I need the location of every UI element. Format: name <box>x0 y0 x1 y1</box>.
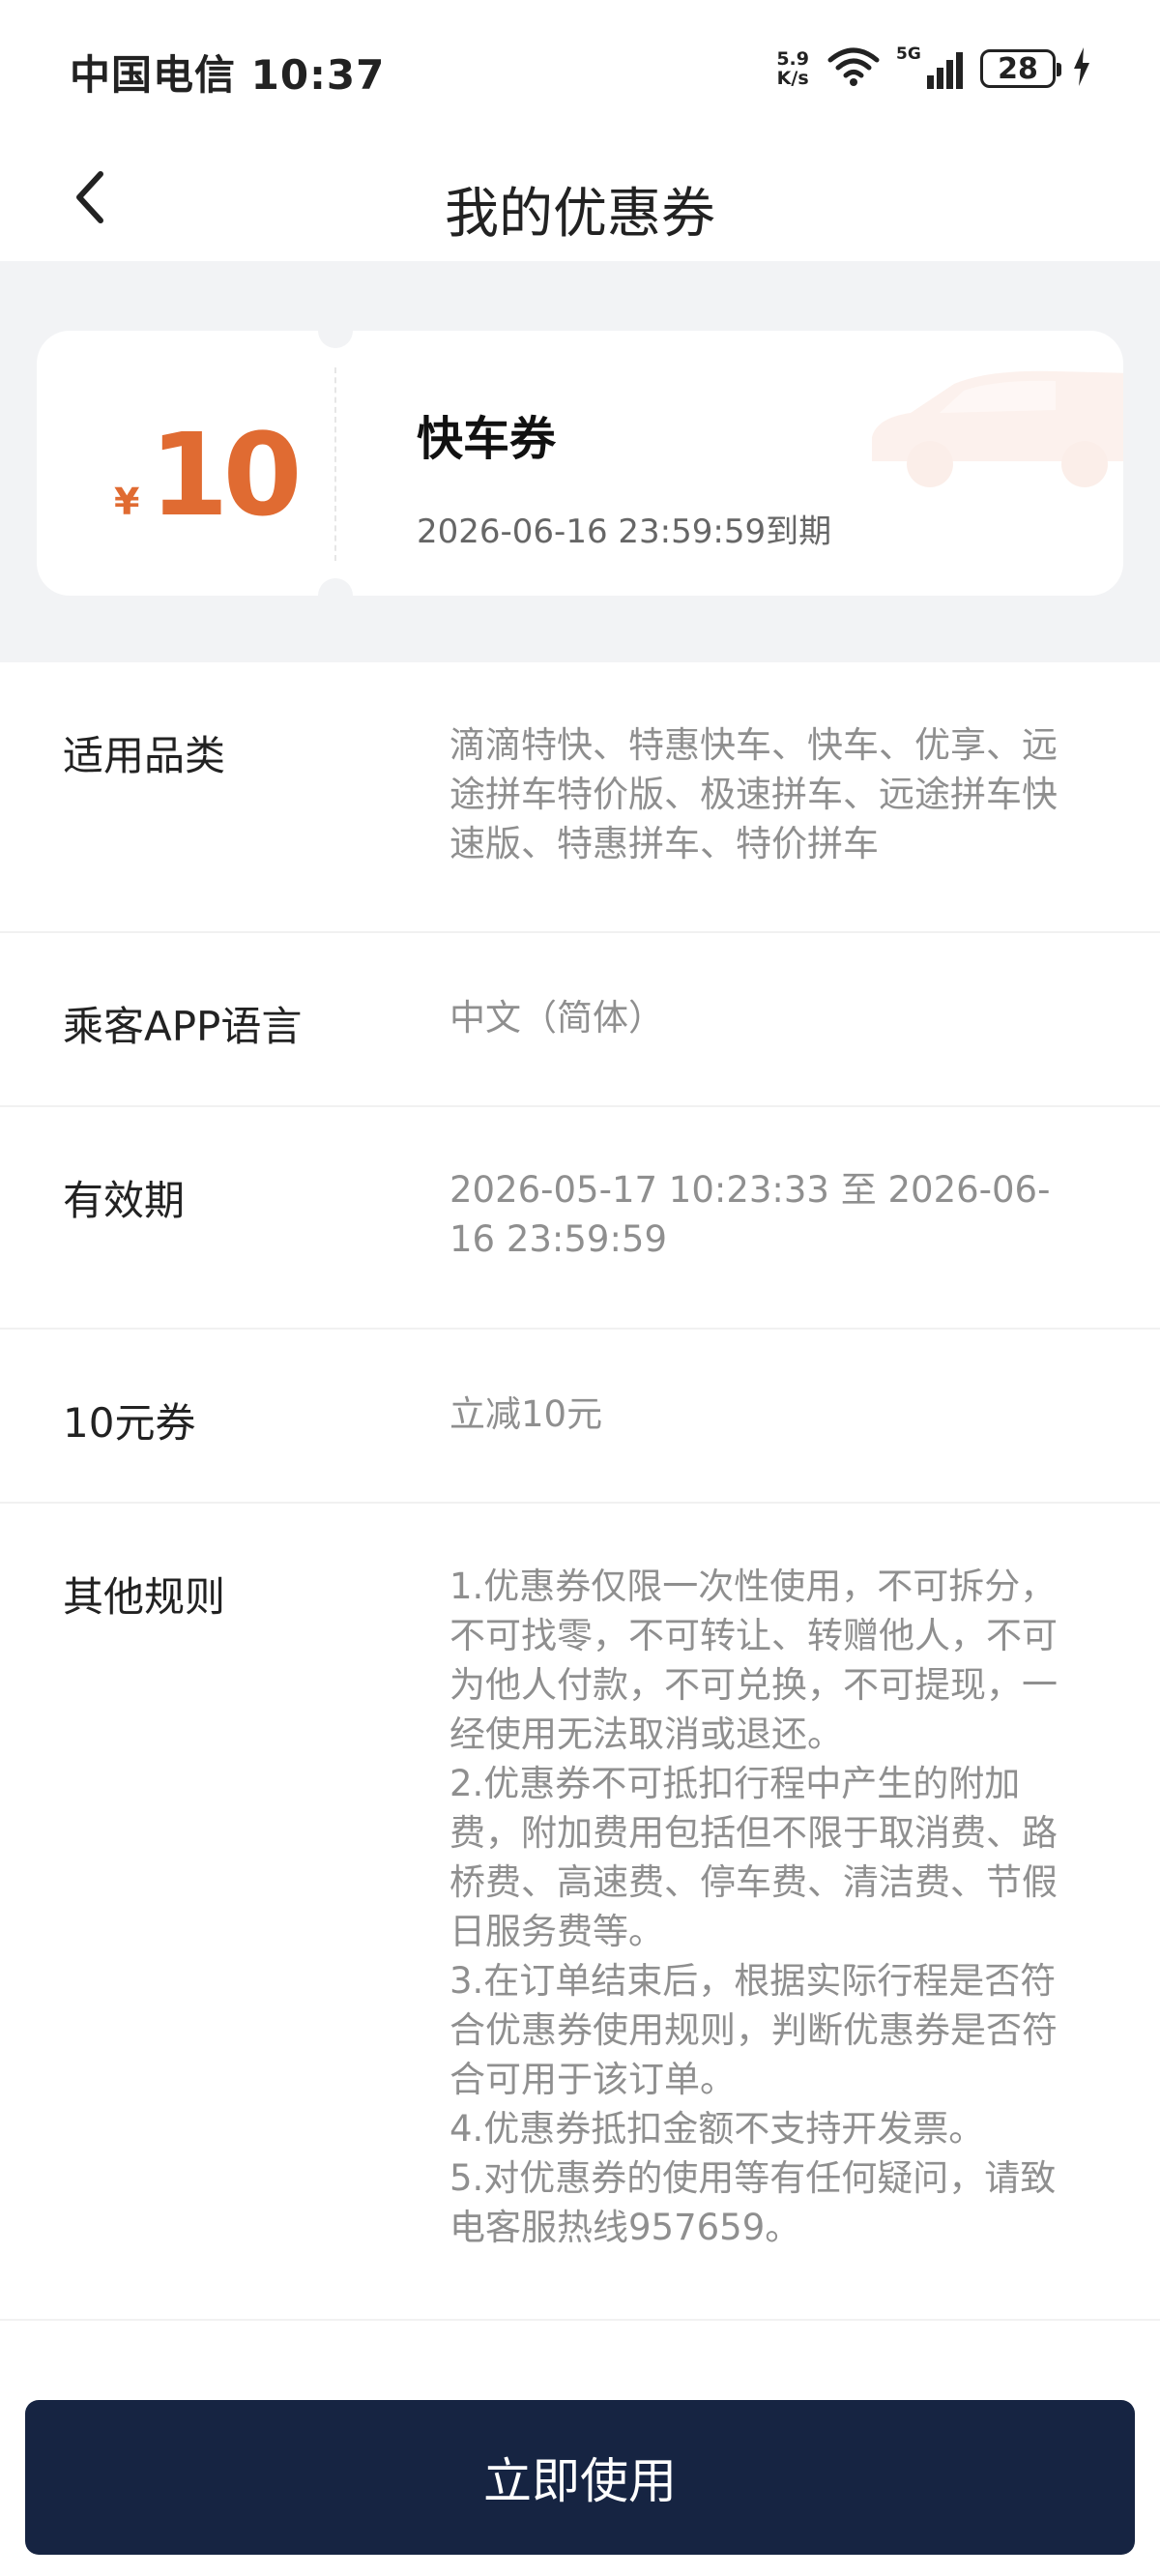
detail-label: 10元券 <box>63 1399 196 1447</box>
page-title: 我的优惠券 <box>445 183 715 246</box>
rule-item: 1.优惠券仅限一次性使用，不可拆分，不可找零，不可转让、转赠他人，不可为他人付款… <box>450 1566 1058 1755</box>
detail-row-rules: 其他规则 1.优惠券仅限一次性使用，不可拆分，不可找零，不可转让、转赠他人，不可… <box>0 1504 1160 2321</box>
coupon-amount: ¥ 10 <box>114 408 303 542</box>
detail-label: 乘客APP语言 <box>63 1003 303 1050</box>
coupon-section: ¥ 10 快车券 2026-06-16 23:59:59到期 <box>0 261 1160 662</box>
carrier-time: 中国电信 10:37 <box>70 51 386 99</box>
coupon-amount-panel: ¥ 10 <box>37 331 327 596</box>
rules-list: 1.优惠券仅限一次性使用，不可拆分，不可找零，不可转让、转赠他人，不可为他人付款… <box>450 1562 1088 2252</box>
detail-row-validity: 有效期 2026-05-17 10:23:33 至 2026-06-16 23:… <box>0 1107 1160 1330</box>
network-type: 5G <box>896 44 921 64</box>
net-speed: 5.9 K/s <box>776 49 809 88</box>
detail-value: 滴滴特快、特惠快车、快车、优享、远途拼车特价版、极速拼车、远途拼车快速版、特惠拼… <box>450 724 1058 864</box>
detail-row-category: 适用品类 滴滴特快、特惠快车、快车、优享、远途拼车特价版、极速拼车、远途拼车快速… <box>0 662 1160 933</box>
battery-level: 28 <box>998 51 1038 86</box>
coupon-details: 适用品类 滴滴特快、特惠快车、快车、优享、远途拼车特价版、极速拼车、远途拼车快速… <box>0 662 1160 2321</box>
detail-value: 中文（简体） <box>450 997 664 1039</box>
amount-value: 10 <box>149 408 302 542</box>
charging-icon <box>1073 47 1090 90</box>
detail-value: 立减10元 <box>450 1393 603 1435</box>
cellular-signal-icon: 5G <box>896 44 963 89</box>
wifi-icon <box>826 46 881 91</box>
detail-row-language: 乘客APP语言 中文（简体） <box>0 933 1160 1107</box>
detail-label: 适用品类 <box>63 732 226 779</box>
status-icons: 5.9 K/s 5G 28 <box>776 44 1090 93</box>
use-now-button[interactable]: 立即使用 <box>25 2400 1135 2555</box>
detail-label: 有效期 <box>63 1177 186 1224</box>
rule-item: 4.优惠券抵扣金额不支持开发票。 <box>450 2108 985 2150</box>
battery-icon: 28 <box>980 49 1061 88</box>
detail-row-coupon-type: 10元券 立减10元 <box>0 1330 1160 1504</box>
coupon-divider <box>334 367 336 561</box>
status-bar: 中国电信 10:37 5.9 K/s 5G 28 <box>0 0 1160 135</box>
net-speed-value: 5.9 <box>776 48 809 70</box>
car-icon <box>862 360 1123 495</box>
nav-bar: 我的优惠券 <box>0 135 1160 261</box>
rule-item: 3.在订单结束后，根据实际行程是否符合优惠券使用规则，判断优惠券是否符合可用于该… <box>450 1960 1058 2100</box>
rule-item: 2.优惠券不可抵扣行程中产生的附加费，附加费用包括但不限于取消费、路桥费、高速费… <box>450 1763 1058 1952</box>
currency-symbol: ¥ <box>114 481 140 523</box>
net-speed-unit: K/s <box>776 68 809 89</box>
detail-label: 其他规则 <box>63 1573 226 1621</box>
rule-item: 5.对优惠券的使用等有任何疑问，请致电客服热线957659。 <box>450 2157 1057 2248</box>
coupon-name: 快车券 <box>417 412 557 466</box>
detail-value: 2026-05-17 10:23:33 至 2026-06-16 23:59:5… <box>450 1169 1051 1260</box>
coupon-info-panel: 快车券 2026-06-16 23:59:59到期 <box>344 331 1123 596</box>
coupon-expire: 2026-06-16 23:59:59到期 <box>417 512 832 551</box>
coupon-card: ¥ 10 快车券 2026-06-16 23:59:59到期 <box>37 313 1123 613</box>
